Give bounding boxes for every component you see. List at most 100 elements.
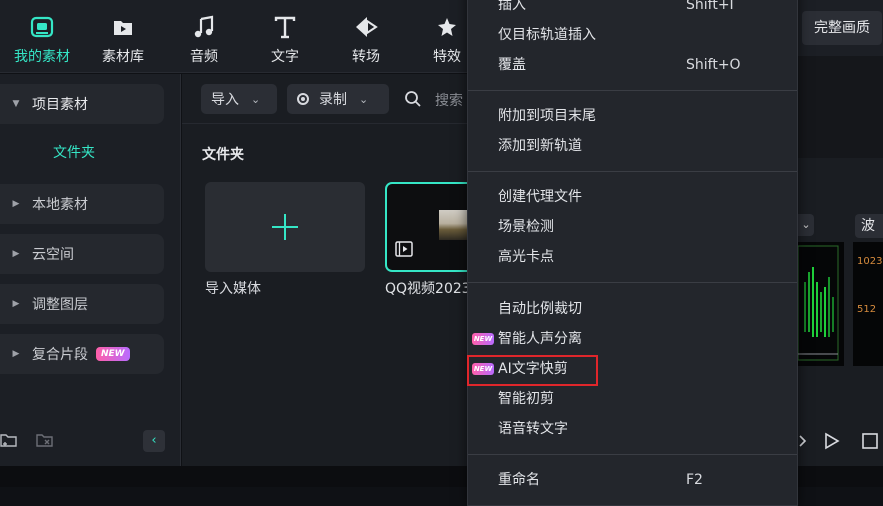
waveform-tab[interactable]: 波形 (855, 214, 883, 238)
sidebar-subitem-folder[interactable]: 文件夹 (0, 134, 148, 172)
search-icon[interactable] (404, 90, 422, 108)
menu-shortcut: Shift+O (686, 57, 741, 73)
menu-item-label: 自动比例裁切 (498, 301, 582, 317)
video-file-icon (395, 241, 413, 257)
new-folder-icon[interactable] (0, 431, 18, 449)
sidebar-item-label: 复合片段 (32, 347, 88, 363)
scope-value-mid: 512 (857, 304, 877, 315)
sidebar-item-label: 调整图层 (32, 297, 88, 313)
scope-plot (797, 245, 839, 361)
sidebar-item-project-media[interactable]: ▼ 项目素材 (0, 84, 164, 124)
tab-label: 素材库 (102, 49, 144, 65)
menu-item-label: 覆盖 (498, 57, 526, 73)
menu-item-label: 创建代理文件 (498, 189, 582, 205)
media-toolbar: 导入 ⌄ 录制 ⌄ 搜索 (182, 74, 472, 124)
sidebar-item-label: 本地素材 (32, 197, 88, 213)
full-quality-button[interactable]: 完整画质 (802, 11, 882, 45)
menu-separator (468, 90, 797, 91)
menu-separator (468, 282, 797, 283)
my-media-icon (30, 16, 54, 38)
menu-item-label: 智能初剪 (498, 391, 554, 407)
menu-item-rename[interactable]: 重命名 F2 (498, 468, 788, 492)
transition-icon (356, 17, 378, 37)
caret-down-icon: ▼ (12, 99, 20, 109)
sidebar-item-local-media[interactable]: ▶ 本地素材 (0, 184, 164, 224)
menu-item-append-to-end[interactable]: 附加到项目末尾 (498, 104, 788, 128)
effects-icon (438, 18, 456, 36)
chevron-down-icon: ⌄ (801, 218, 811, 231)
menu-shortcut: F2 (686, 472, 703, 488)
caret-right-icon: ▶ (12, 299, 20, 309)
menu-item-label: 添加到新轨道 (498, 138, 582, 154)
record-label: 录制 (319, 92, 347, 108)
caret-right-icon: ▶ (12, 349, 20, 359)
menu-item-label: 高光卡点 (498, 249, 554, 265)
menu-item-add-new-track[interactable]: 添加到新轨道 (498, 134, 788, 158)
menu-item-insert-target-track[interactable]: 仅目标轨道插入 (498, 23, 788, 47)
text-icon (274, 16, 296, 39)
tab-text[interactable]: 文字 (245, 14, 325, 68)
menu-item-label: 场景检测 (498, 219, 554, 235)
menu-item-ai-vocal-remover[interactable]: NEW 智能人声分离 (472, 327, 788, 351)
menu-item-label: 仅目标轨道插入 (498, 27, 596, 43)
step-forward-icon[interactable] (798, 434, 808, 448)
sidebar-item-label: 云空间 (32, 247, 74, 263)
sidebar-item-compound-clip[interactable]: ▶ 复合片段 NEW (0, 334, 164, 374)
import-label: 导入 (211, 92, 239, 108)
menu-item-auto-reframe[interactable]: 自动比例裁切 (498, 297, 788, 321)
waveform-scope: 1023 512 (853, 242, 883, 366)
tab-label: 文字 (271, 49, 299, 65)
media-sidebar: ▼ 项目素材 文件夹 ▶ 本地素材 ▶ 云空间 ▶ 调整图层 ▶ 复合片段 NE… (0, 74, 181, 466)
tab-label: 我的素材 (14, 49, 70, 65)
preview-top-area (798, 56, 883, 158)
search-input[interactable]: 搜索 (435, 90, 463, 110)
menu-item-overwrite[interactable]: 覆盖 Shift+O (498, 53, 788, 77)
menu-item-scene-detection[interactable]: 场景检测 (498, 215, 788, 239)
menu-item-label: 智能人声分离 (498, 331, 582, 347)
collapse-sidebar-button[interactable]: ‹ (143, 430, 165, 452)
plus-icon (272, 214, 298, 240)
import-dropdown[interactable]: 导入 ⌄ (201, 84, 277, 114)
caret-right-icon: ▶ (12, 199, 20, 209)
audio-icon (194, 15, 214, 38)
menu-item-highlight-beat[interactable]: 高光卡点 (498, 245, 788, 269)
playback-controls (798, 428, 883, 454)
tab-my-media[interactable]: 我的素材 (2, 14, 82, 68)
stop-icon[interactable] (862, 433, 878, 449)
menu-item-smart-rough-cut[interactable]: 智能初剪 (498, 387, 788, 411)
record-icon (297, 93, 309, 105)
tab-audio[interactable]: 音频 (164, 14, 244, 68)
new-badge: NEW (472, 333, 494, 345)
record-dropdown[interactable]: 录制 ⌄ (287, 84, 389, 114)
menu-item-label: 附加到项目末尾 (498, 108, 596, 124)
scope-dropdown[interactable]: ⌄ (798, 214, 814, 236)
context-menu: 插入 Shift+I 仅目标轨道插入 覆盖 Shift+O 附加到项目末尾 添加到新… (467, 0, 798, 506)
import-media-label: 导入媒体 (205, 281, 261, 297)
tab-stock-media[interactable]: 素材库 (83, 14, 163, 68)
menu-shortcut: Shift+I (686, 0, 734, 13)
menu-item-create-proxy[interactable]: 创建代理文件 (498, 185, 788, 209)
tab-label: 转场 (352, 49, 380, 65)
menu-item-speech-to-text[interactable]: 语音转文字 (498, 417, 788, 441)
chevron-down-icon: ⌄ (359, 92, 369, 106)
sidebar-item-label: 项目素材 (32, 97, 88, 113)
caret-right-icon: ▶ (12, 249, 20, 259)
highlight-annotation-box (467, 355, 598, 386)
delete-folder-icon[interactable] (36, 431, 54, 449)
menu-item-insert[interactable]: 插入 Shift+I (498, 0, 788, 17)
menu-item-label: 插入 (498, 0, 526, 13)
sidebar-item-adjustment-layer[interactable]: ▶ 调整图层 (0, 284, 164, 324)
chevron-left-icon: ‹ (151, 433, 157, 448)
media-library: 导入 ⌄ 录制 ⌄ 搜索 文件夹 导入媒体 QQ视频2023 (182, 74, 475, 466)
import-media-tile[interactable] (205, 182, 365, 272)
sidebar-item-cloud[interactable]: ▶ 云空间 (0, 234, 164, 274)
menu-separator (468, 454, 797, 455)
new-badge: NEW (96, 347, 130, 361)
chevron-down-icon: ⌄ (251, 92, 261, 106)
scope-toolbar: ⌄ 波形 (798, 206, 883, 238)
video-clip-tile[interactable] (385, 182, 475, 272)
tab-transition[interactable]: 转场 (326, 14, 406, 68)
scope-value-max: 1023 (857, 256, 883, 267)
play-icon[interactable] (824, 432, 840, 450)
menu-separator (468, 171, 797, 172)
